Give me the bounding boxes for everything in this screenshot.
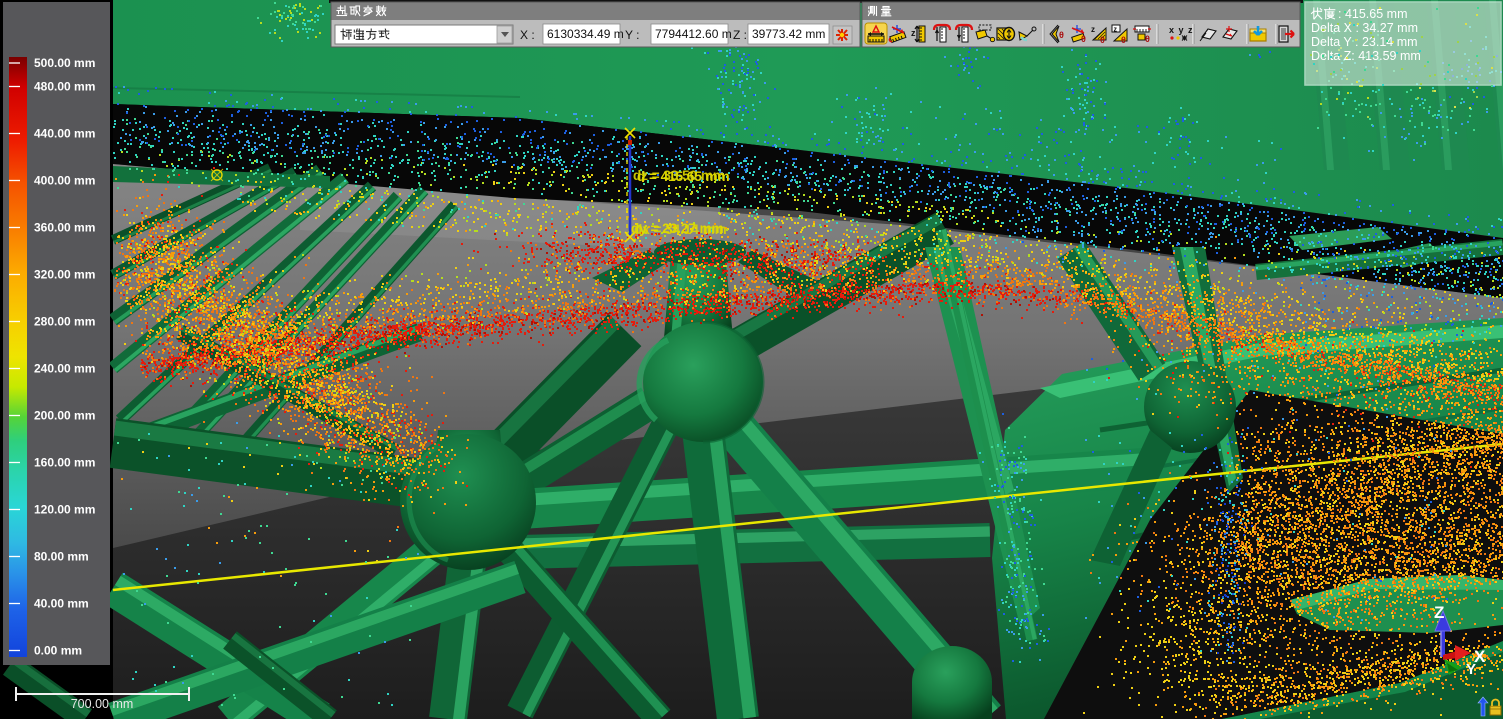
- svg-text:7794412.60 m: 7794412.60 m: [655, 27, 732, 41]
- svg-text:Delta X : 34.27 mm: Delta X : 34.27 mm: [1311, 21, 1418, 35]
- svg-text:dz = 33.50 mm: dz = 33.50 mm: [633, 168, 725, 183]
- svg-text:440.00 mm: 440.00 mm: [34, 127, 95, 141]
- svg-text:Z: Z: [1434, 603, 1444, 622]
- svg-text:0.00 mm: 0.00 mm: [34, 644, 82, 658]
- svg-text:500.00 mm: 500.00 mm: [34, 56, 95, 70]
- svg-text:Z :: Z :: [733, 28, 747, 42]
- svg-text:480.00 mm: 480.00 mm: [34, 80, 95, 94]
- svg-text:280.00 mm: 280.00 mm: [34, 315, 95, 329]
- svg-text:θ: θ: [1081, 34, 1086, 44]
- svg-text:360.00 mm: 360.00 mm: [34, 221, 95, 235]
- svg-text:: 415.65 mm: : 415.65 mm: [1338, 7, 1407, 21]
- svg-text:dx = 34.14 mm: dx = 34.14 mm: [634, 222, 727, 237]
- svg-text:120.00 mm: 120.00 mm: [34, 503, 95, 517]
- svg-text:X :: X :: [520, 28, 535, 42]
- svg-text:6130334.49 m: 6130334.49 m: [547, 27, 624, 41]
- svg-text:320.00 mm: 320.00 mm: [34, 268, 95, 282]
- svg-text:Y :: Y :: [625, 28, 639, 42]
- svg-text:200.00 mm: 200.00 mm: [34, 409, 95, 423]
- svg-text:θ: θ: [1121, 35, 1126, 45]
- svg-text:39773.42 mm: 39773.42 mm: [752, 27, 825, 41]
- svg-text:40.00 mm: 40.00 mm: [34, 597, 89, 611]
- svg-text:240.00 mm: 240.00 mm: [34, 362, 95, 376]
- svg-text:Y: Y: [1466, 661, 1476, 678]
- svg-text:160.00 mm: 160.00 mm: [34, 456, 95, 470]
- svg-text:z: z: [1114, 27, 1118, 34]
- svg-text:z: z: [1091, 25, 1095, 34]
- svg-text:x y z: x y z: [1169, 25, 1194, 35]
- svg-text:θ: θ: [1059, 30, 1064, 40]
- svg-text:z: z: [911, 28, 916, 38]
- svg-text:700.00 mm: 700.00 mm: [71, 697, 134, 711]
- svg-text:Delta Z: 413.59 mm: Delta Z: 413.59 mm: [1311, 49, 1421, 63]
- svg-text:Delta Y : 23.14 mm: Delta Y : 23.14 mm: [1311, 35, 1418, 49]
- svg-text:400.00 mm: 400.00 mm: [34, 174, 95, 188]
- svg-text:θ: θ: [1100, 35, 1105, 45]
- svg-text:80.00 mm: 80.00 mm: [34, 550, 89, 564]
- svg-text:θ: θ: [1145, 34, 1150, 44]
